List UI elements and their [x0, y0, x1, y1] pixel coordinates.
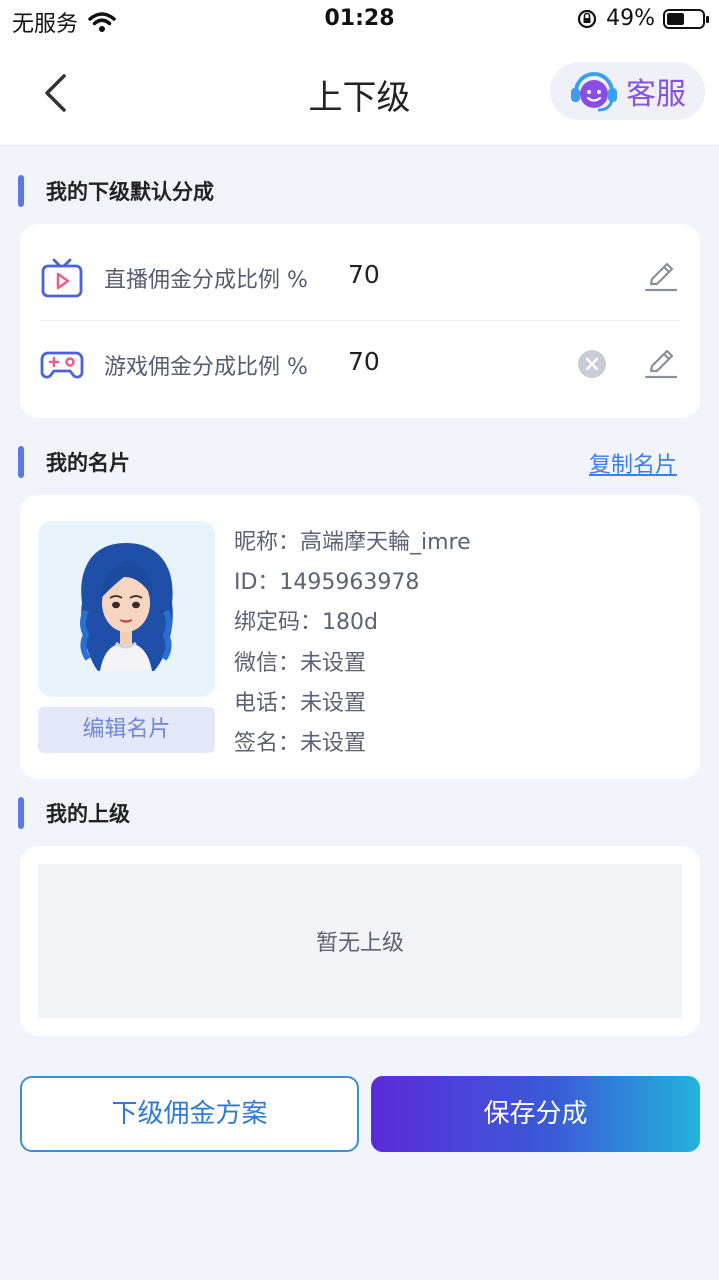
- signature-key: 签名：: [234, 731, 301, 756]
- edit-card-button[interactable]: 编辑名片: [38, 707, 215, 753]
- game-ratio-value[interactable]: 70: [348, 347, 380, 376]
- signature-line: 签名：未设置: [234, 725, 366, 757]
- wechat-key: 微信：: [234, 651, 301, 676]
- game-ratio-label: 游戏佣金分成比例 %: [104, 355, 308, 380]
- status-right: 49%: [576, 6, 709, 31]
- nickname-line: 昵称：高端摩天輪_imre: [234, 524, 471, 556]
- empty-superior-placeholder: 暂无上级: [38, 864, 682, 1018]
- phone-line: 电话：未设置: [234, 685, 366, 717]
- superior-title: 我的上级: [46, 802, 130, 826]
- section-accent-bar: [18, 446, 24, 478]
- rotation-lock-icon: [577, 9, 597, 28]
- status-bar: 无服务 01:28 49%: [0, 0, 719, 40]
- avatar-illustration: [80, 543, 173, 671]
- bind-code-key: 绑定码：: [234, 610, 323, 635]
- wechat-value: 未设置: [300, 651, 367, 676]
- id-key: ID：: [234, 570, 280, 595]
- nav-bar: 上下级 客服: [0, 40, 719, 146]
- nickname-key: 昵称：: [234, 530, 301, 555]
- superior-card: 暂无上级: [20, 846, 700, 1036]
- battery-icon: [663, 8, 709, 29]
- my-card-title: 我的名片: [46, 451, 130, 475]
- gamepad-icon: [40, 351, 84, 379]
- bind-code-line: 绑定码：180d: [234, 604, 378, 636]
- phone-value: 未设置: [300, 691, 367, 716]
- live-ratio-value[interactable]: 70: [348, 260, 380, 289]
- business-card: 编辑名片 昵称：高端摩天輪_imre ID：1495963978 绑定码：180…: [20, 495, 700, 779]
- section-accent-bar: [18, 175, 24, 207]
- battery-level: [667, 12, 684, 25]
- default-split-title: 我的下级默认分成: [46, 180, 214, 204]
- live-ratio-row: 直播佣金分成比例 % 70: [20, 232, 700, 322]
- default-split-heading: 我的下级默认分成: [18, 173, 701, 209]
- copy-card-link[interactable]: 复制名片: [589, 447, 677, 479]
- customer-service-button[interactable]: 客服: [550, 62, 705, 120]
- bind-code-value: 180d: [322, 610, 378, 635]
- id-line: ID：1495963978: [234, 564, 419, 596]
- live-ratio-label: 直播佣金分成比例 %: [104, 268, 308, 293]
- wechat-line: 微信：未设置: [234, 645, 366, 677]
- edit-pencil-icon[interactable]: [644, 259, 678, 293]
- close-icon: [585, 357, 599, 371]
- superior-heading: 我的上级: [18, 795, 701, 831]
- battery-percent: 49%: [606, 6, 655, 31]
- id-value: 1495963978: [279, 570, 420, 595]
- signature-value: 未设置: [300, 731, 367, 756]
- save-split-button[interactable]: 保存分成: [371, 1076, 700, 1152]
- my-card-heading: 我的名片 复制名片: [18, 444, 701, 480]
- phone-key: 电话：: [234, 691, 301, 716]
- headset-icon: [571, 72, 617, 112]
- live-tv-icon: [41, 258, 83, 298]
- nickname-value: 高端摩天輪_imre: [300, 530, 471, 555]
- clear-input-button[interactable]: [578, 350, 606, 378]
- default-split-card: 直播佣金分成比例 % 70 游戏佣金分成比例 % 70: [20, 224, 700, 418]
- empty-superior-text: 暂无上级: [315, 931, 404, 956]
- service-label: 客服: [626, 77, 686, 112]
- game-ratio-row: 游戏佣金分成比例 % 70: [20, 319, 700, 409]
- avatar[interactable]: [38, 521, 215, 697]
- edit-pencil-icon[interactable]: [644, 346, 678, 380]
- section-accent-bar: [18, 797, 24, 829]
- commission-plan-button[interactable]: 下级佣金方案: [20, 1076, 359, 1152]
